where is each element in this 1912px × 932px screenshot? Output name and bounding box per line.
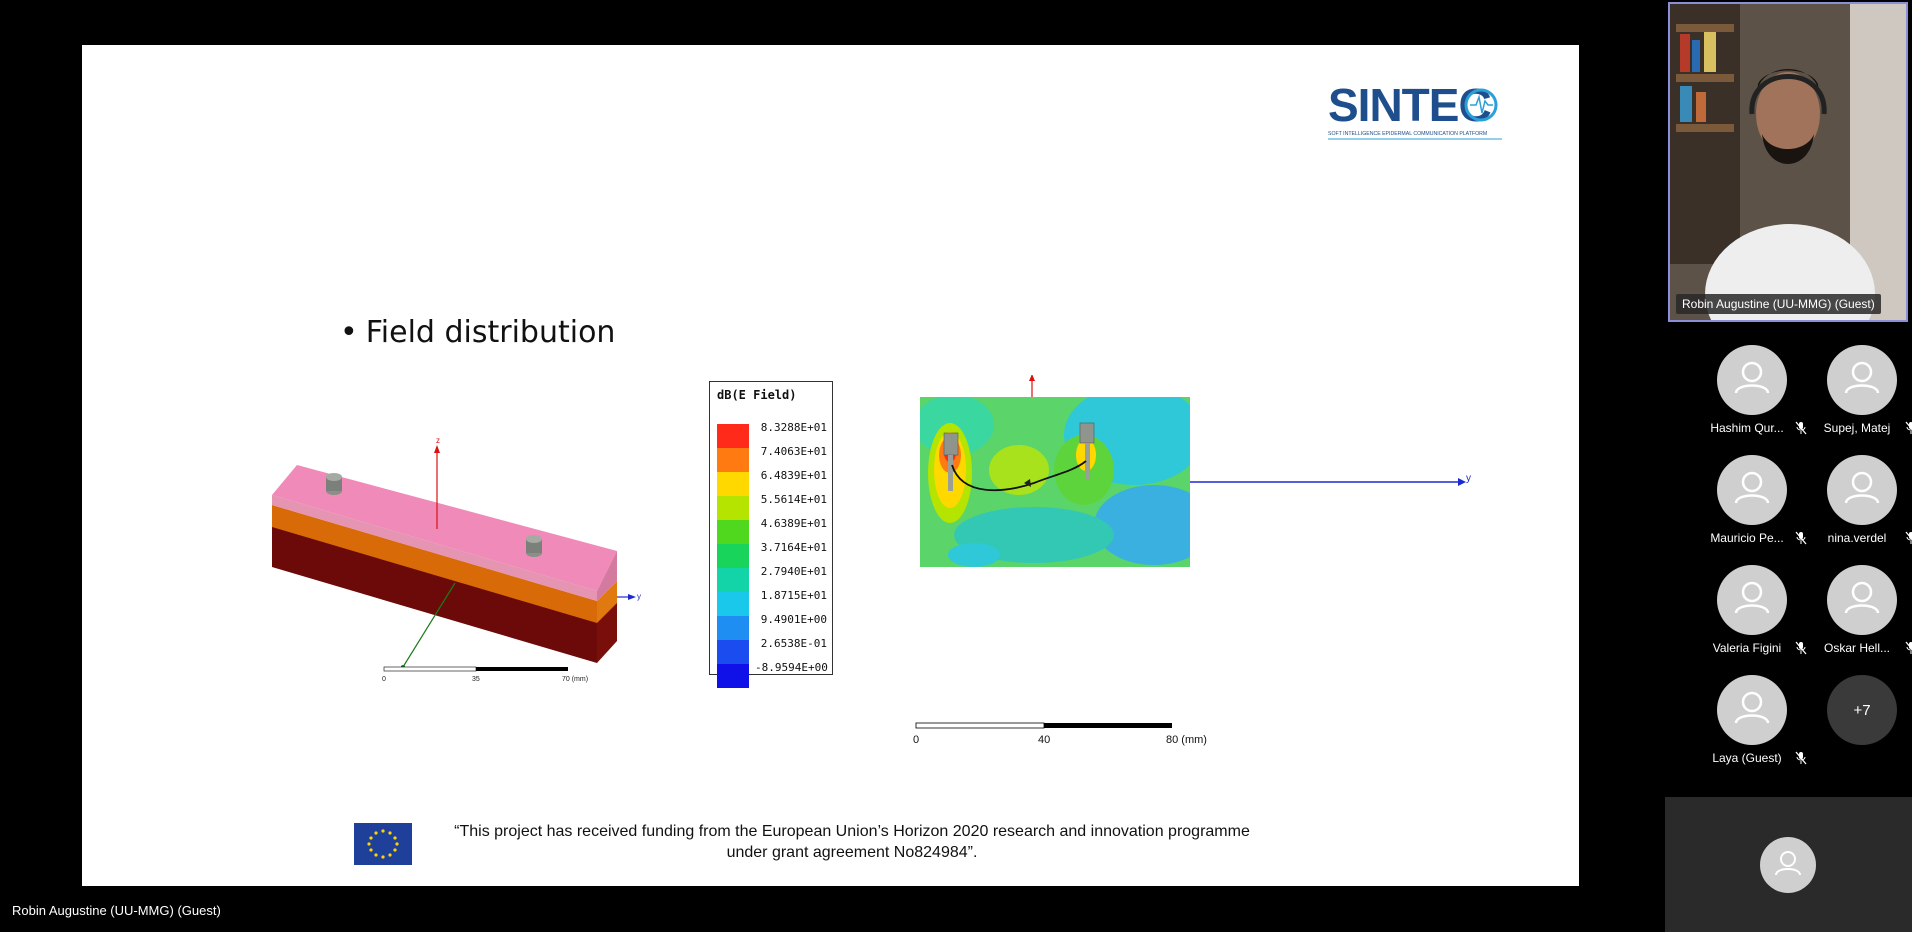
participant-name: Oskar Hell... [1823,641,1890,655]
person-icon [1734,361,1770,394]
participant-tile[interactable]: Supej, Matej [1807,345,1912,445]
person-icon [1844,471,1880,504]
legend-swatch [717,496,749,520]
self-avatar [1760,837,1816,893]
field-legend: dB(E Field) 8.3288E+01 7.4063E+01 6.4839E+… [709,381,833,688]
legend-value: 7.4063E+01 [760,445,827,458]
participant-avatar [1827,565,1897,635]
funding-line-1: “This project has received funding from … [454,823,1250,840]
legend-value: 3.7164E+01 [760,541,827,554]
legend-value: 5.5614E+01 [760,493,827,506]
legend-value: 4.6389E+01 [760,517,827,530]
funding-statement: “This project has received funding from … [432,821,1272,863]
person-icon [1734,691,1770,724]
sintec-logo: SINTEC SOFT INTELLIGENCE EPIDERMAL COMMU… [1328,79,1502,140]
scale-tick-1: 40 [1038,734,1050,746]
substrate-3d-model: z y 0 35 70 (mm) [272,436,641,683]
speaker-video [1670,4,1906,320]
scale-bar: 0 40 80 (mm) [913,722,1207,746]
legend-value: 2.6538E-01 [760,637,827,650]
mic-muted-icon [1905,421,1912,435]
scale-tick-0: 0 [913,734,919,746]
left-scale-tick-2: 70 (mm) [562,676,588,683]
eu-flag-icon [354,823,412,865]
bullet-text: Field distribution [365,315,616,350]
legend-swatch [717,544,749,568]
participant-tile[interactable]: Laya (Guest) [1697,675,1807,775]
legend-swatch [717,448,749,472]
left-scale-tick-1: 35 [472,676,480,683]
logo-tagline: SOFT INTELLIGENCE EPIDERMAL COMMUNICATIO… [1328,131,1487,137]
participant-avatar [1827,345,1897,415]
shared-screen-area: SINTEC SOFT INTELLIGENCE EPIDERMAL COMMU… [0,0,1665,932]
mic-muted-icon [1905,531,1912,545]
participant-tile[interactable]: Valeria Figini [1697,565,1807,665]
speaker-name-label: Robin Augustine (UU-MMG) (Guest) [1676,294,1881,314]
person-icon [1844,361,1880,394]
participant-tile[interactable]: Hashim Qur... [1697,345,1807,445]
mic-muted-icon [1795,421,1807,435]
right-axis-z: z [1031,375,1036,376]
participant-name: Supej, Matej [1823,421,1891,435]
legend-swatch [717,640,749,664]
mic-muted-icon [1795,751,1807,765]
legend-value: 8.3288E+01 [760,421,827,434]
legend-swatch [717,520,749,544]
legend-swatch [717,472,749,496]
person-icon [1734,581,1770,614]
person-icon [1775,851,1801,876]
participant-name: Hashim Qur... [1710,421,1784,435]
participants-panel: Robin Augustine (UU-MMG) (Guest) Hashim … [1665,0,1912,932]
right-axis-y: y [1466,473,1471,484]
participant-tile[interactable]: Mauricio Pe... [1697,455,1807,555]
left-axis-y: y [637,592,641,601]
legend-value: 9.4901E+00 [760,613,827,626]
legend-swatch [717,568,749,592]
legend-value: 2.7940E+01 [760,565,827,578]
bullet-heading: • Field distribution [340,315,616,350]
more-count: +7 [1827,675,1897,745]
participant-name: nina.verdel [1827,531,1887,545]
participant-name: Mauricio Pe... [1710,531,1784,545]
legend-title: dB(E Field) [717,388,797,402]
legend-value: 1.8715E+01 [760,589,827,602]
scale-tick-2: 80 (mm) [1166,734,1207,746]
participant-avatar [1827,455,1897,525]
participant-name: Valeria Figini [1712,641,1782,655]
mic-muted-icon [1905,641,1912,655]
field-distribution-plot: z y [920,375,1471,567]
participant-avatar [1717,675,1787,745]
presentation-slide: SINTEC SOFT INTELLIGENCE EPIDERMAL COMMU… [82,45,1579,886]
participant-tile[interactable]: nina.verdel [1807,455,1912,555]
legend-value: 6.4839E+01 [760,469,827,482]
person-icon [1734,471,1770,504]
mic-muted-icon [1795,641,1807,655]
participant-avatar [1717,345,1787,415]
legend-swatch [717,664,749,688]
speaker-video-tile[interactable]: Robin Augustine (UU-MMG) (Guest) [1668,2,1908,322]
left-scale-tick-0: 0 [382,676,386,683]
legend-swatch [717,592,749,616]
participant-tile[interactable]: Oskar Hell... [1807,565,1912,665]
person-icon [1844,581,1880,614]
self-view-tile[interactable] [1665,797,1912,932]
funding-line-2: under grant agreement No824984”. [726,844,978,861]
participant-name: Laya (Guest) [1712,751,1782,765]
presenter-name-label: Robin Augustine (UU-MMG) (Guest) [12,903,221,918]
participant-avatar [1717,565,1787,635]
left-axis-z: z [436,436,440,445]
participant-avatar [1717,455,1787,525]
legend-swatch [717,424,749,448]
mic-muted-icon [1795,531,1807,545]
legend-swatch [717,616,749,640]
more-participants-button[interactable]: +7 [1807,675,1912,775]
legend-value: -8.9594E+00 [755,661,828,674]
